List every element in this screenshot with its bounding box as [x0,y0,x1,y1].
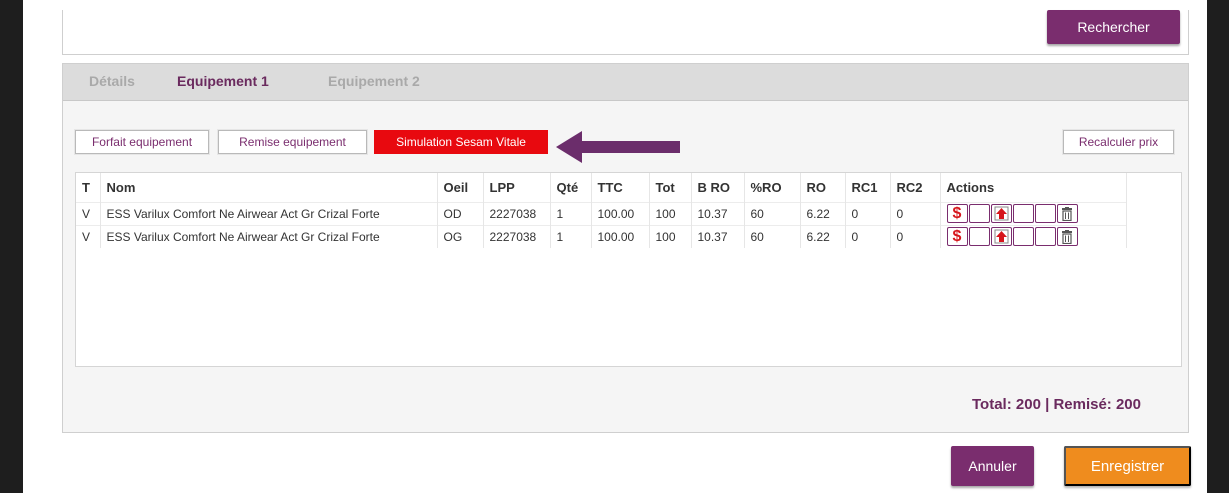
blank-icon[interactable] [968,227,990,246]
blank-icon[interactable] [1012,227,1034,246]
cell-lpp: 2227038 [483,225,551,248]
cell-rc1: 0 [845,225,891,248]
cell-tot: 100 [649,202,692,225]
trash-icon[interactable] [1056,227,1078,246]
simulation-sesam-vitale-button[interactable]: Simulation Sesam Vitale [374,130,548,154]
cell-t: V [76,225,101,248]
tab-equipement-1[interactable]: Equipement 1 [177,73,269,89]
search-panel [62,10,1189,55]
dollar-icon[interactable]: $ [946,204,968,223]
upload-icon[interactable] [990,227,1012,246]
cell-pct-ro: 60 [744,225,801,248]
cell-b-ro: 10.37 [691,225,745,248]
cell-nom: ESS Varilux Comfort Ne Airwear Act Gr Cr… [100,202,438,225]
blank-icon[interactable] [1012,204,1034,223]
cell-ttc: 100.00 [591,225,650,248]
table-row[interactable]: V ESS Varilux Comfort Ne Airwear Act Gr … [76,225,1127,248]
forfait-equipement-button[interactable]: Forfait equipement [75,130,209,154]
cell-actions: $ [940,225,1127,248]
tab-equipement-2[interactable]: Equipement 2 [328,73,420,89]
table-row[interactable]: V ESS Varilux Comfort Ne Airwear Act Gr … [76,202,1127,225]
header-rc1: RC1 [845,173,891,202]
header-tot: Tot [649,173,692,202]
blank-icon[interactable] [968,204,990,223]
header-oeil: Oeil [437,173,484,202]
header-ro: RO [800,173,846,202]
header-lpp: LPP [483,173,551,202]
page-left-border [0,0,23,493]
cell-lpp: 2227038 [483,202,551,225]
page-right-border [1207,0,1229,493]
cell-tot: 100 [649,225,692,248]
table-header-row: T Nom Oeil LPP Qté TTC Tot B RO %RO RO R… [76,173,1127,202]
header-ttc: TTC [591,173,650,202]
upload-icon[interactable] [990,204,1012,223]
cell-nom: ESS Varilux Comfort Ne Airwear Act Gr Cr… [100,225,438,248]
cell-actions: $ [940,202,1127,225]
header-actions: Actions [940,173,1127,202]
tab-details[interactable]: Détails [89,73,135,89]
rechercher-button[interactable]: Rechercher [1047,10,1180,44]
cell-pct-ro: 60 [744,202,801,225]
header-qte: Qté [550,173,592,202]
cell-rc2: 0 [890,202,941,225]
recalculer-prix-button[interactable]: Recalculer prix [1063,130,1174,154]
equipment-grid: T Nom Oeil LPP Qté TTC Tot B RO %RO RO R… [75,172,1182,367]
tab-bar: Détails Equipement 1 Equipement 2 [63,64,1188,101]
header-nom: Nom [100,173,438,202]
header-rc2: RC2 [890,173,941,202]
cell-qte: 1 [550,202,592,225]
cell-qte: 1 [550,225,592,248]
total-summary: Total: 200 | Remisé: 200 [972,396,1141,413]
equipment-table: T Nom Oeil LPP Qté TTC Tot B RO %RO RO R… [76,173,1127,248]
remise-equipement-button[interactable]: Remise equipement [218,130,367,154]
cell-rc2: 0 [890,225,941,248]
cell-b-ro: 10.37 [691,202,745,225]
trash-icon[interactable] [1056,204,1078,223]
cell-oeil: OD [437,202,484,225]
header-t: T [76,173,101,202]
header-pct-ro: %RO [744,173,801,202]
pointer-arrow-icon [556,131,680,163]
cell-rc1: 0 [845,202,891,225]
header-b-ro: B RO [691,173,745,202]
blank-icon[interactable] [1034,227,1056,246]
cell-ro: 6.22 [800,225,846,248]
blank-icon[interactable] [1034,204,1056,223]
enregistrer-button[interactable]: Enregistrer [1064,446,1191,486]
cell-ttc: 100.00 [591,202,650,225]
cell-ro: 6.22 [800,202,846,225]
dollar-icon[interactable]: $ [946,227,968,246]
annuler-button[interactable]: Annuler [951,446,1034,486]
cell-t: V [76,202,101,225]
cell-oeil: OG [437,225,484,248]
equipment-panel: Détails Equipement 1 Equipement 2 Forfai… [62,63,1189,433]
